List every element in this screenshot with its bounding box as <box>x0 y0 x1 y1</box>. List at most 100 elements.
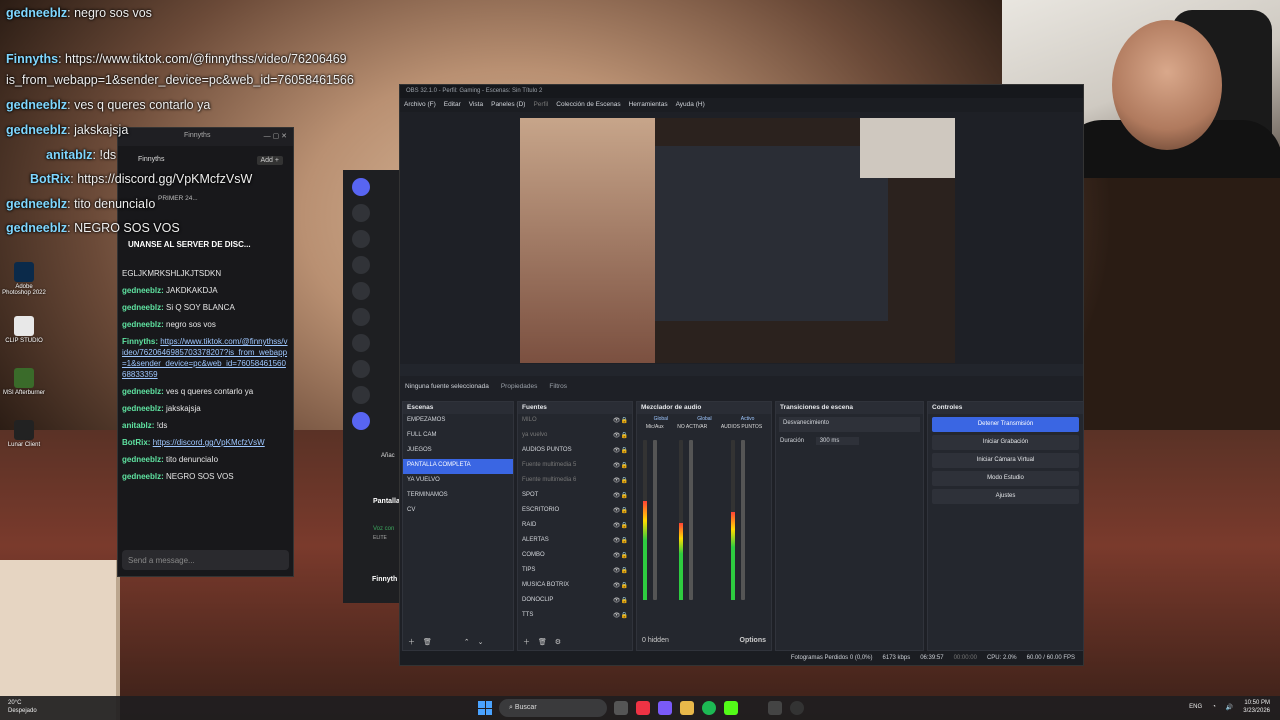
scene-item[interactable]: FULL CAM <box>403 429 513 444</box>
desktop-icon-photoshop[interactable]: Adobe Photoshop 2022 <box>2 262 46 296</box>
menu-editar[interactable]: Editar <box>444 101 461 109</box>
task-view-icon[interactable] <box>614 701 628 715</box>
mixer-tab[interactable]: Global <box>697 416 711 422</box>
obs-icon[interactable] <box>790 701 804 715</box>
server-icon[interactable] <box>352 334 370 352</box>
eye-icon[interactable]: 👁🔒 <box>613 537 628 544</box>
source-item[interactable]: Fuente multimedia 5 👁🔒 <box>518 459 632 474</box>
server-icon[interactable] <box>352 230 370 248</box>
kick-icon[interactable] <box>724 701 738 715</box>
server-icon[interactable] <box>352 308 370 326</box>
settings-button[interactable]: Ajustes <box>932 489 1079 504</box>
source-item[interactable]: Fuente multimedia 6 👁🔒 <box>518 474 632 489</box>
add-server-icon[interactable] <box>352 412 370 430</box>
filters-button[interactable]: Filtros <box>549 383 567 391</box>
scene-item[interactable]: EMPEZAMOS <box>403 414 513 429</box>
eye-icon[interactable]: 👁🔒 <box>613 507 628 514</box>
source-item[interactable]: COMBO 👁🔒 <box>518 549 632 564</box>
server-icon[interactable] <box>352 386 370 404</box>
eye-icon[interactable]: 👁🔒 <box>613 462 628 469</box>
source-item[interactable]: ya vuelvo 👁🔒 <box>518 429 632 444</box>
volume-slider[interactable] <box>689 440 693 600</box>
volume-slider[interactable] <box>741 440 745 600</box>
source-item[interactable]: DONOCLIP 👁🔒 <box>518 594 632 609</box>
eye-icon[interactable]: 👁🔒 <box>613 492 628 499</box>
server-icon[interactable] <box>352 360 370 378</box>
eye-icon[interactable]: 👁🔒 <box>613 582 628 589</box>
source-item[interactable]: TTS 👁🔒 <box>518 609 632 624</box>
source-item[interactable]: MILO 👁🔒 <box>518 414 632 429</box>
discord-home-icon[interactable] <box>352 178 370 196</box>
move-up-icon[interactable]: ⌃ <box>464 639 470 646</box>
file-explorer-icon[interactable] <box>680 701 694 715</box>
eye-icon[interactable]: 👁🔒 <box>613 417 628 424</box>
add-button[interactable]: Add + <box>256 156 283 165</box>
chrome-icon[interactable] <box>636 701 650 715</box>
mixer-options-button[interactable]: Options <box>740 637 766 644</box>
properties-button[interactable]: Propiedades <box>501 383 538 391</box>
remove-source-icon[interactable]: 🗑 <box>538 639 547 646</box>
studio-mode-button[interactable]: Modo Estudio <box>932 471 1079 486</box>
chat-tab[interactable]: Finnyths <box>138 156 164 163</box>
source-item[interactable]: SPOT 👁🔒 <box>518 489 632 504</box>
capcut-icon[interactable] <box>768 701 782 715</box>
preview-zoom-bar[interactable] <box>400 364 1083 376</box>
eye-icon[interactable]: 👁🔒 <box>613 612 628 619</box>
desktop-icon-clip-studio[interactable]: CLIP STUDIO <box>2 316 46 344</box>
menu-vista[interactable]: Vista <box>469 101 483 109</box>
app-icon[interactable] <box>658 701 672 715</box>
menu-herramientas[interactable]: Herramientas <box>629 101 668 109</box>
source-item[interactable]: ESCRITORIO 👁🔒 <box>518 504 632 519</box>
eye-icon[interactable]: 👁🔒 <box>613 597 628 604</box>
stop-stream-button[interactable]: Detener Transmisión <box>932 417 1079 432</box>
taskbar-search[interactable]: ⌕ Buscar <box>499 699 607 717</box>
duration-input[interactable]: 300 ms <box>815 437 860 445</box>
mixer-tab[interactable]: Global <box>654 416 668 422</box>
eye-icon[interactable]: 👁🔒 <box>613 567 628 574</box>
source-item[interactable]: AUDIOS PUNTOS 👁🔒 <box>518 444 632 459</box>
discord-link[interactable]: https://discord.gg/VpKMcfzVsW <box>153 438 265 447</box>
add-scene-icon[interactable]: ＋ <box>408 639 415 646</box>
menu-ayuda[interactable]: Ayuda (H) <box>676 101 705 109</box>
remove-scene-icon[interactable]: 🗑 <box>423 639 432 646</box>
menu-perfil[interactable]: Perfil <box>533 101 548 109</box>
eye-icon[interactable]: 👁🔒 <box>613 432 628 439</box>
server-icon[interactable] <box>352 256 370 274</box>
eye-icon[interactable]: 👁🔒 <box>613 522 628 529</box>
source-item[interactable]: RAID 👁🔒 <box>518 519 632 534</box>
source-item[interactable]: TIPS 👁🔒 <box>518 564 632 579</box>
scene-item[interactable]: YA VUELVO <box>403 474 513 489</box>
start-virtual-cam-button[interactable]: Iniciar Cámara Virtual <box>932 453 1079 468</box>
volume-icon[interactable]: 🔊 <box>1226 704 1233 711</box>
menu-archivo[interactable]: Archivo (F) <box>404 101 436 109</box>
add-source-icon[interactable]: ＋ <box>523 639 530 646</box>
chat-send-input[interactable]: Send a message... <box>122 550 289 570</box>
server-icon[interactable] <box>352 282 370 300</box>
scene-item[interactable]: JUEGOS <box>403 444 513 459</box>
source-item[interactable]: MUSICA BOTRIX 👁🔒 <box>518 579 632 594</box>
eye-icon[interactable]: 👁🔒 <box>613 477 628 484</box>
transition-select[interactable]: Desvanecimiento <box>779 417 920 432</box>
mixer-tab[interactable]: Activo <box>741 416 755 422</box>
eye-icon[interactable]: 👁🔒 <box>613 447 628 454</box>
source-settings-icon[interactable]: ⚙ <box>555 639 561 646</box>
desktop-icon-lunar[interactable]: Lunar Client <box>2 420 46 448</box>
source-item[interactable]: ALERTAS 👁🔒 <box>518 534 632 549</box>
spotify-icon[interactable] <box>702 701 716 715</box>
weather-widget[interactable]: 20°C Despejado <box>8 699 37 715</box>
obs-preview-canvas[interactable] <box>520 118 955 363</box>
scene-item[interactable]: CV <box>403 504 513 519</box>
menu-coleccion[interactable]: Colección de Escenas <box>556 101 620 109</box>
desktop-icon-afterburner[interactable]: MSI Afterburner <box>2 368 46 396</box>
wifi-icon[interactable]: ◔ <box>1212 704 1216 710</box>
server-icon[interactable] <box>352 204 370 222</box>
scene-item[interactable]: TERMINAMOS <box>403 489 513 504</box>
scene-item-selected[interactable]: PANTALLA COMPLETA <box>403 459 513 474</box>
window-controls[interactable]: — ▢ ✕ <box>264 132 287 142</box>
eye-icon[interactable]: 👁🔒 <box>613 552 628 559</box>
start-recording-button[interactable]: Iniciar Grabación <box>932 435 1079 450</box>
volume-slider[interactable] <box>653 440 657 600</box>
clock[interactable]: 10:50 PM 3/23/2026 <box>1243 699 1270 715</box>
menu-paneles[interactable]: Paneles (D) <box>491 101 525 109</box>
move-down-icon[interactable]: ⌄ <box>478 639 484 646</box>
